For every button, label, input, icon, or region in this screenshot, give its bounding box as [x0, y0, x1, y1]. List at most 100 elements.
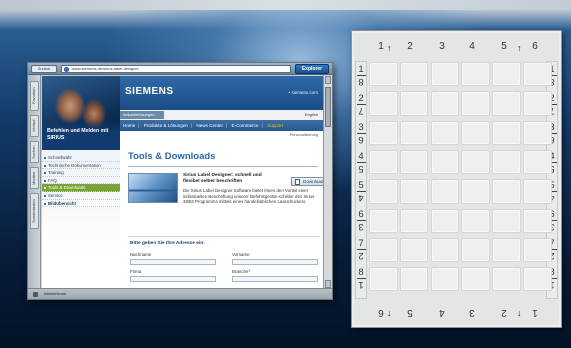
label-cell[interactable] — [523, 62, 552, 87]
nav-e-commerce[interactable]: E-Commerce — [231, 123, 258, 128]
label-cell[interactable] — [369, 267, 398, 292]
column-number: 3 — [439, 41, 445, 52]
left-nav-item[interactable]: Technische Dokumentation — [42, 162, 120, 170]
label-nachname: Nachname — [130, 252, 152, 257]
label-cell[interactable] — [430, 120, 460, 145]
side-tab-medien[interactable]: Medien — [30, 167, 39, 189]
section-title: Tools & Downloads — [128, 151, 216, 162]
left-nav-item[interactable]: Service — [42, 192, 120, 200]
label-cell[interactable] — [430, 267, 460, 292]
subnav-lead[interactable]: Industrielösungen — [120, 111, 164, 119]
label-cell[interactable] — [369, 91, 398, 116]
download-button[interactable]: Download — [291, 177, 324, 186]
label-cell[interactable] — [399, 208, 429, 233]
label-cell[interactable] — [399, 149, 429, 175]
scroll-thumb[interactable] — [325, 87, 331, 127]
label-cell[interactable] — [369, 120, 398, 145]
left-nav-item[interactable]: Training — [42, 169, 120, 177]
label-cell[interactable] — [492, 267, 521, 292]
label-cell[interactable] — [523, 91, 552, 116]
label-cell[interactable] — [430, 62, 460, 87]
column-number: 4 — [469, 41, 475, 52]
label-cell[interactable] — [461, 149, 490, 175]
label-cell[interactable] — [430, 91, 460, 116]
left-nav-item-active[interactable]: Tools & Downloads — [42, 184, 120, 192]
label-cell[interactable] — [461, 91, 490, 116]
label-cell[interactable] — [492, 179, 521, 204]
product-description: Die Sirius Label Designer Software biete… — [183, 188, 315, 205]
label-cell[interactable] — [523, 267, 552, 292]
label-sheet-inner: 1 ↑ 2 3 4 5 ↑ 6 6 ↓ 5 4 3 2 ↓ 1 18 27 36… — [354, 33, 559, 325]
scroll-up-icon[interactable] — [325, 76, 331, 84]
nav-home[interactable]: Home — [123, 123, 135, 128]
label-cell[interactable] — [461, 179, 490, 204]
back-button[interactable]: Zurück — [31, 65, 57, 73]
nachname-field[interactable] — [130, 259, 216, 265]
label-cell[interactable] — [461, 120, 490, 145]
scroll-down-icon[interactable] — [325, 280, 331, 288]
title-divider — [128, 166, 318, 167]
label-cell[interactable] — [369, 237, 398, 263]
label-cell[interactable] — [369, 149, 398, 175]
label-cell[interactable] — [430, 179, 460, 204]
explorer-button[interactable]: Explorer — [295, 64, 329, 74]
label-cell[interactable] — [430, 237, 460, 263]
left-nav-item[interactable]: FAQ — [42, 177, 120, 185]
label-cell[interactable] — [523, 208, 552, 233]
side-tab-sondertasten[interactable]: Sondertasten — [30, 193, 39, 229]
row-number-left: 36 — [356, 122, 366, 145]
nav-news-center[interactable]: News Center — [196, 123, 223, 128]
label-cell[interactable] — [369, 179, 398, 204]
label-cell[interactable] — [399, 179, 429, 204]
label-cell[interactable] — [461, 208, 490, 233]
side-tab-favoriten[interactable]: Favoriten — [30, 81, 39, 111]
label-cell[interactable] — [492, 237, 521, 263]
label-cell[interactable] — [492, 120, 521, 145]
label-cell[interactable] — [461, 62, 490, 87]
label-cell[interactable] — [461, 237, 490, 263]
label-vorname: Vorname — [232, 252, 250, 257]
label-cell[interactable] — [369, 62, 398, 87]
label-cell[interactable] — [492, 208, 521, 233]
label-cell[interactable] — [369, 208, 398, 233]
firma-field[interactable] — [130, 276, 216, 282]
label-cell[interactable] — [399, 120, 429, 145]
row-number-left: 54 — [356, 180, 366, 203]
siemens-logo[interactable]: SIEMENS — [125, 86, 174, 97]
label-cell[interactable] — [399, 62, 429, 87]
label-cell[interactable] — [430, 208, 460, 233]
nav-support[interactable]: Support — [267, 123, 283, 128]
brand-header: SIEMENS • siemens.com — [120, 76, 324, 110]
nav-produkte[interactable]: Produkte & Lösungen — [144, 123, 188, 128]
language-link[interactable]: English — [305, 111, 318, 119]
left-nav-item[interactable]: Bildübersicht — [42, 200, 120, 208]
branche-field[interactable] — [232, 276, 318, 282]
scrollbar[interactable] — [323, 75, 332, 289]
vorname-field[interactable] — [232, 259, 318, 265]
brand-url[interactable]: • siemens.com — [289, 90, 318, 95]
browser-toolbar: Zurück www.siemens.de/sirius-label-desig… — [28, 63, 332, 75]
address-bar[interactable]: www.siemens.de/sirius-label-designer — [61, 65, 291, 73]
label-sheet: 1 ↑ 2 3 4 5 ↑ 6 6 ↓ 5 4 3 2 ↓ 1 18 27 36… — [351, 30, 562, 328]
browser-window: Zurück www.siemens.de/sirius-label-desig… — [27, 62, 333, 300]
row-number-left: 63 — [356, 209, 366, 232]
label-cell[interactable] — [523, 179, 552, 204]
label-cell[interactable] — [492, 62, 521, 87]
label-cell[interactable] — [523, 149, 552, 175]
column-number-flipped: 1 — [532, 307, 538, 318]
personalize-link[interactable]: Personalisierung — [290, 133, 318, 137]
label-cell[interactable] — [492, 149, 521, 175]
side-tab-suchen[interactable]: Suchen — [30, 141, 39, 163]
side-tab-verlauf[interactable]: Verlauf — [30, 115, 39, 137]
label-cell[interactable] — [399, 267, 429, 292]
label-cell[interactable] — [430, 149, 460, 175]
label-cell[interactable] — [399, 91, 429, 116]
label-cell[interactable] — [399, 237, 429, 263]
left-nav-item[interactable]: Schnellwahl — [42, 154, 120, 162]
label-cell[interactable] — [523, 237, 552, 263]
globe-icon — [64, 67, 69, 72]
label-cell[interactable] — [461, 267, 490, 292]
label-cell[interactable] — [523, 120, 552, 145]
label-cell[interactable] — [492, 91, 521, 116]
product-image — [128, 173, 178, 203]
